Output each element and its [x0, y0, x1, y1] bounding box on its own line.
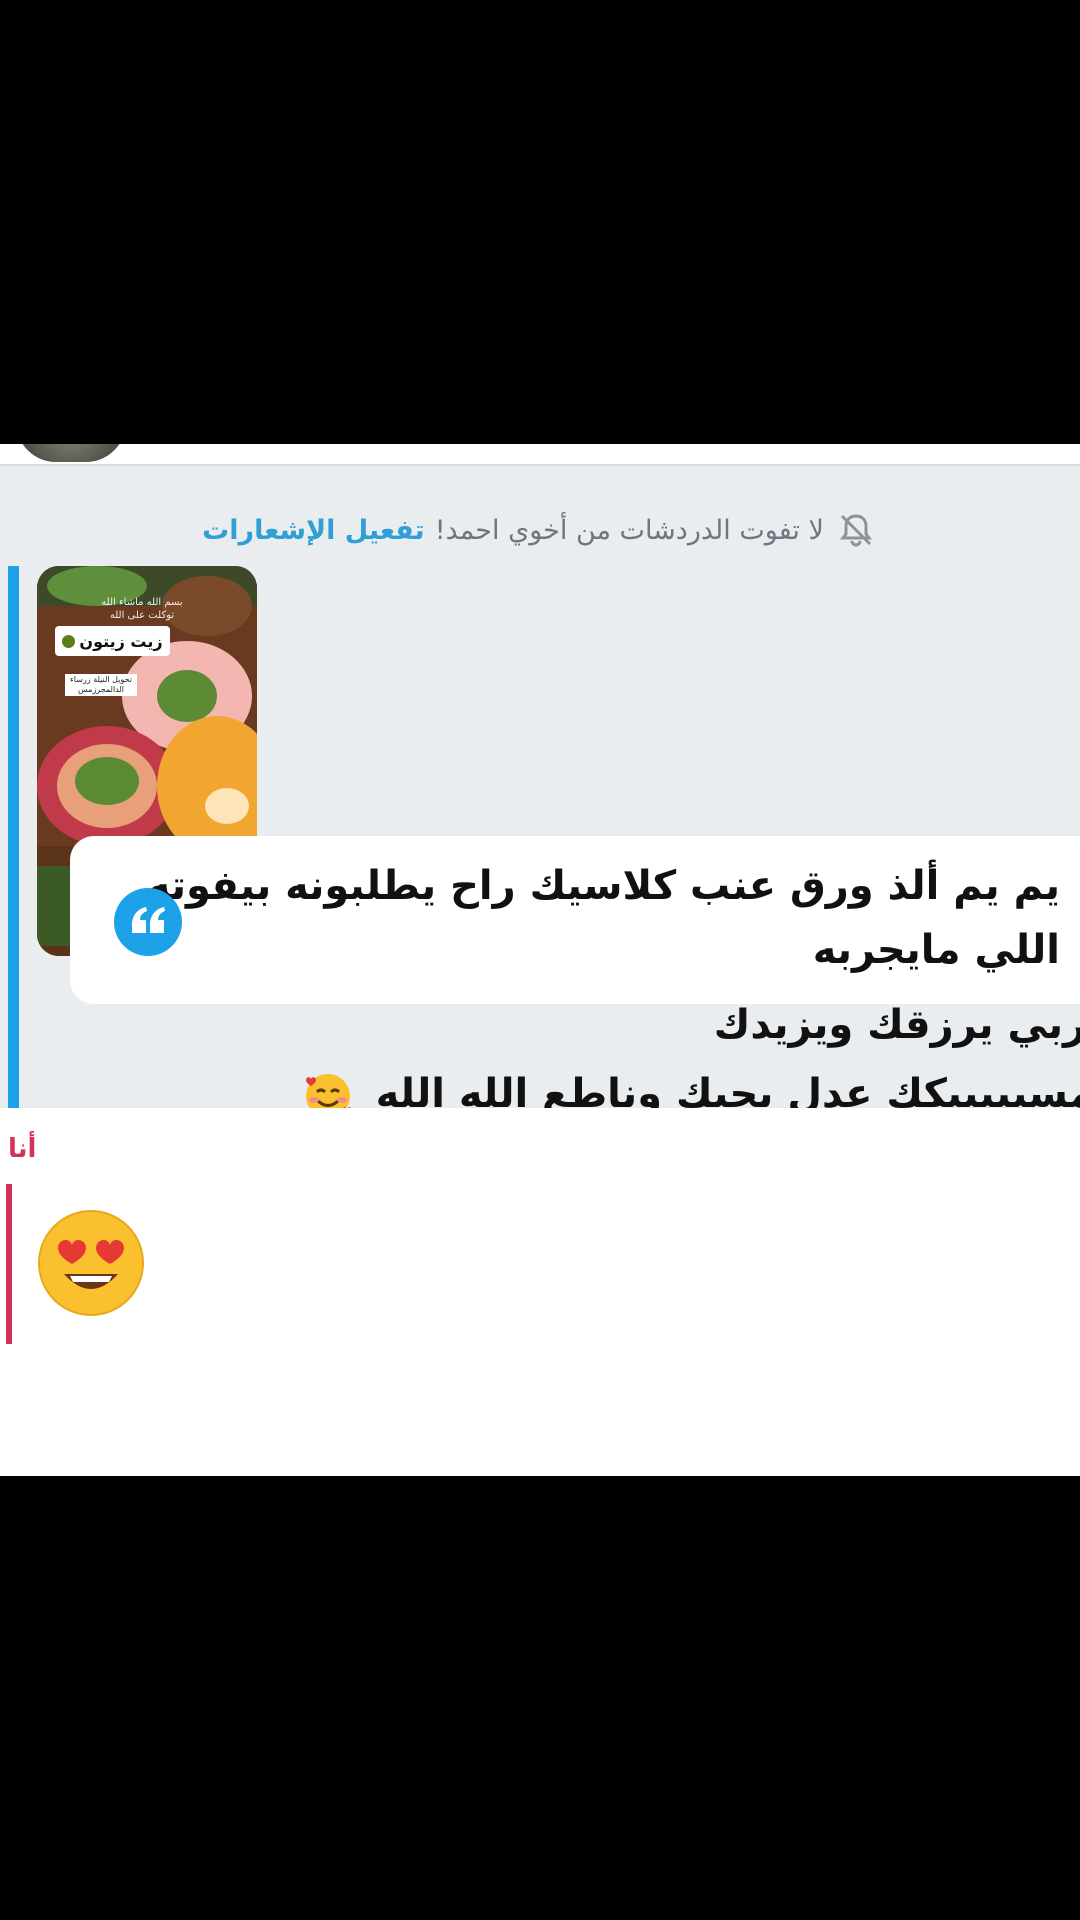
me-label: أنا	[8, 1134, 37, 1164]
media-tag-text: زيت زيتون	[79, 631, 163, 651]
media-small-caption: تحويل النيلة زرساء الدالمجرزمس	[65, 674, 137, 696]
reply-line-2: مسبببببكك عدل يجيك وناطع الله الله	[94, 1070, 1080, 1108]
avatar[interactable]	[16, 444, 126, 462]
thread-indicator	[8, 566, 19, 1108]
media-caption: بسم الله ماشاء الله توكلت على الله	[101, 597, 183, 621]
quote-icon	[114, 888, 182, 956]
chat-screen: لا تفوت الدردشات من أخوي احمد! تفعيل الإ…	[0, 444, 1080, 1476]
notification-banner: لا تفوت الدردشات من أخوي احمد! تفعيل الإ…	[0, 510, 1080, 550]
my-message-indicator	[6, 1184, 12, 1344]
smiling-hearts-emoji-icon	[302, 1070, 354, 1108]
reply-line-2-text: مسبببببكك عدل يجيك وناطع الله الله	[375, 1071, 1080, 1108]
heart-eyes-emoji-icon[interactable]	[36, 1208, 146, 1318]
reply-line-1: ربي يرزقك ويزيدك	[713, 1002, 1080, 1048]
enable-notifications-link[interactable]: تفعيل الإشعارات	[202, 515, 425, 546]
quoted-thread: لا تفوت الدردشات من أخوي احمد! تفعيل الإ…	[0, 466, 1080, 1108]
quoted-message-card[interactable]: يم يم ألذ ورق عنب كلاسيك راح يطلبونه بيف…	[70, 836, 1080, 1004]
quote-line-1: يم يم ألذ ورق عنب كلاسيك راح يطلبونه بيف…	[146, 863, 1060, 909]
quote-line-2: اللي مايجربه	[812, 927, 1060, 973]
olive-icon	[62, 634, 76, 648]
header-bar	[0, 444, 1080, 466]
notification-message: لا تفوت الدردشات من أخوي احمد!	[434, 514, 824, 546]
media-tag: زيت زيتون	[55, 626, 170, 656]
quoted-message-text: يم يم ألذ ورق عنب كلاسيك راح يطلبونه بيف…	[146, 854, 1060, 982]
bell-off-icon	[834, 510, 878, 550]
